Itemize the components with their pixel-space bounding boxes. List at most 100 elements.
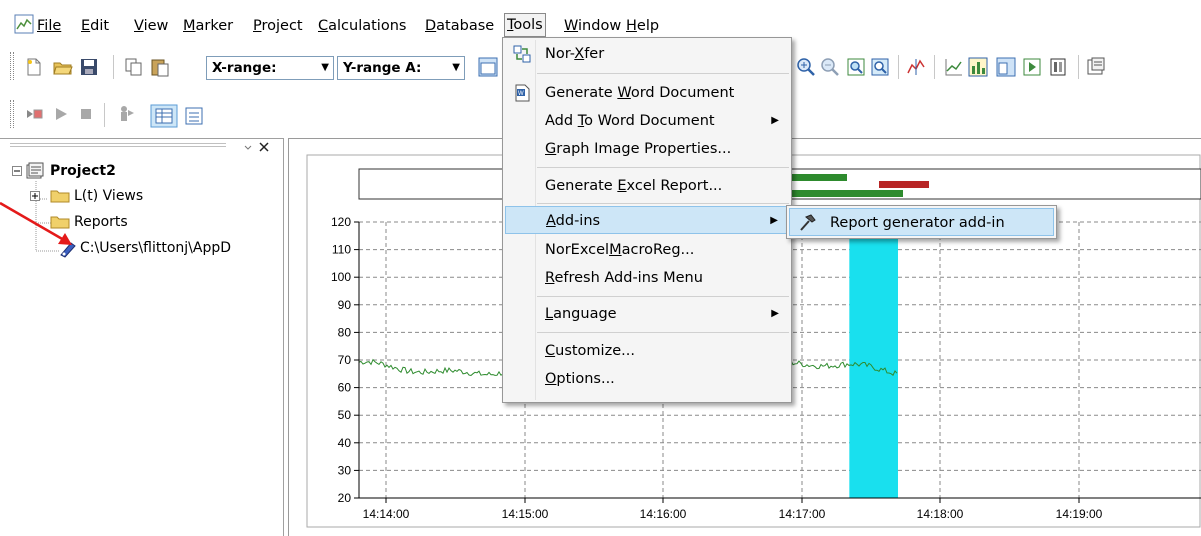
- menu-database[interactable]: Database: [425, 15, 494, 37]
- submenu-arrow-icon: ▶: [771, 115, 779, 126]
- menu-item-label: Report generator add-in: [830, 215, 1005, 231]
- menu-separator: [537, 73, 789, 74]
- new-document-icon[interactable]: [24, 57, 44, 77]
- x-range-dropdown[interactable]: X-range: ▼: [206, 56, 334, 80]
- menu-help[interactable]: Help: [626, 15, 659, 37]
- menu-item-label: Options...: [545, 371, 615, 387]
- menu-item-refresh-add-ins[interactable]: Refresh Add-ins Menu: [505, 264, 789, 292]
- menu-project[interactable]: Project: [253, 15, 303, 37]
- transfer-icon: [513, 45, 531, 63]
- toolbar-separator: [934, 55, 935, 79]
- open-folder-icon[interactable]: [53, 57, 73, 77]
- menu-separator: [537, 203, 789, 204]
- list-view-icon[interactable]: [184, 106, 204, 126]
- paste-icon[interactable]: [150, 57, 170, 77]
- bar-graph-icon[interactable]: [968, 57, 988, 77]
- y-tick-label: 60: [338, 381, 352, 395]
- play-icon[interactable]: [51, 104, 71, 124]
- menu-item-label: Graph Image Properties...: [545, 141, 732, 157]
- menu-window[interactable]: Window: [564, 15, 621, 37]
- menu-item-generate-word[interactable]: W Generate Word Document: [505, 79, 789, 107]
- menu-item-customize[interactable]: Customize...: [505, 337, 789, 365]
- menu-item-norexcelmacroreg[interactable]: NorExcelMacroReg...: [505, 236, 789, 264]
- chevron-down-icon: ▼: [452, 62, 460, 73]
- menu-separator: [537, 332, 789, 333]
- menu-item-generate-excel[interactable]: Generate Excel Report...: [505, 172, 789, 200]
- menu-file[interactable]: File: [37, 15, 61, 37]
- table-view-icon[interactable]: [150, 104, 178, 128]
- menu-item-add-ins[interactable]: Add-ins ▶: [505, 206, 789, 234]
- toolbar-separator: [113, 55, 114, 79]
- menu-item-label: Add-ins: [546, 213, 601, 229]
- x-range-label: X-range:: [212, 60, 277, 76]
- x-tick-label: 14:14:00: [363, 507, 410, 521]
- record-icon[interactable]: [24, 104, 44, 124]
- menu-item-label: Refresh Add-ins Menu: [545, 270, 703, 286]
- toolbar-separator: [104, 103, 105, 127]
- menu-item-options[interactable]: Options...: [505, 365, 789, 393]
- y-tick-label: 40: [338, 436, 352, 450]
- toolbar-separator: [1078, 55, 1079, 79]
- menu-item-language[interactable]: Language ▶: [505, 300, 789, 328]
- event-bar-red: [879, 181, 929, 188]
- cursor-chart-icon[interactable]: [906, 57, 926, 77]
- zoom-out-icon[interactable]: [820, 57, 840, 77]
- menu-item-label: Nor-Xfer: [545, 46, 605, 62]
- menu-bar: File Edit View Marker Project Calculatio…: [0, 0, 1201, 40]
- zoom-fit-icon[interactable]: [870, 57, 890, 77]
- menu-item-report-generator[interactable]: Report generator add-in: [789, 208, 1054, 236]
- menu-file-label: File: [37, 18, 62, 34]
- y-range-dropdown[interactable]: Y-range A: ▼: [337, 56, 465, 80]
- y-tick-label: 120: [331, 215, 351, 229]
- submenu-arrow-icon: ▶: [771, 308, 779, 319]
- menu-view[interactable]: View: [134, 15, 168, 37]
- menu-separator: [537, 296, 789, 297]
- y-tick-label: 50: [338, 408, 352, 422]
- hammer-icon: [800, 214, 816, 231]
- y-tick-label: 80: [338, 325, 352, 339]
- y-tick-label: 110: [332, 243, 351, 257]
- menu-item-add-to-word[interactable]: Add To Word Document ▶: [505, 107, 789, 135]
- x-tick-label: 14:17:00: [779, 507, 826, 521]
- zoom-in-icon[interactable]: [796, 57, 816, 77]
- tree-item-label: Reports: [74, 214, 128, 230]
- x-axis: 14:14:00 14:15:00 14:16:00 14:17:00 14:18:00…: [363, 498, 1103, 521]
- x-tick-label: 14:16:00: [640, 507, 687, 521]
- y-tick-label: 90: [338, 298, 352, 312]
- word-document-icon: W: [515, 84, 530, 102]
- copy-icon[interactable]: [124, 57, 144, 77]
- y-tick-label: 20: [338, 491, 352, 505]
- collapse-icon[interactable]: [12, 166, 22, 176]
- zoom-window-icon[interactable]: [846, 57, 866, 77]
- app-icon: [14, 14, 34, 34]
- toolbar-grip[interactable]: [10, 52, 14, 80]
- save-icon[interactable]: [79, 57, 99, 77]
- toolbar-separator: [898, 55, 899, 79]
- project-icon: [26, 162, 44, 179]
- window-layout-icon[interactable]: [996, 57, 1016, 77]
- menu-marker[interactable]: Marker: [183, 15, 233, 37]
- line-graph-icon[interactable]: [944, 57, 964, 77]
- tools-menu: Nor-Xfer W Generate Word Document Add To…: [502, 37, 792, 403]
- tree-item-label: L(t) Views: [74, 188, 144, 204]
- export-icon[interactable]: [1022, 57, 1042, 77]
- panel-icon[interactable]: [1048, 57, 1068, 77]
- y-tick-label: 100: [331, 270, 351, 284]
- submenu-arrow-icon: ▶: [770, 215, 778, 226]
- menu-item-graph-image-properties[interactable]: Graph Image Properties...: [505, 135, 789, 163]
- graph-window-icon[interactable]: [478, 57, 498, 77]
- mark-icon[interactable]: [116, 104, 136, 124]
- menu-item-nor-xfer[interactable]: Nor-Xfer: [505, 40, 789, 68]
- annotation-arrow-icon: [0, 201, 72, 245]
- properties-icon[interactable]: [1086, 57, 1106, 77]
- menu-edit[interactable]: Edit: [81, 15, 109, 37]
- toolbar-grip[interactable]: [10, 100, 14, 128]
- menu-item-label: Generate Excel Report...: [545, 178, 723, 194]
- x-tick-label: 14:18:00: [917, 507, 964, 521]
- menu-item-label: Add To Word Document: [545, 113, 715, 129]
- menu-tools[interactable]: Tools: [504, 13, 546, 37]
- menu-item-label: Language: [545, 306, 617, 322]
- stop-icon[interactable]: [76, 104, 96, 124]
- menu-calculations[interactable]: Calculations: [318, 15, 406, 37]
- highlight-band: [849, 222, 898, 498]
